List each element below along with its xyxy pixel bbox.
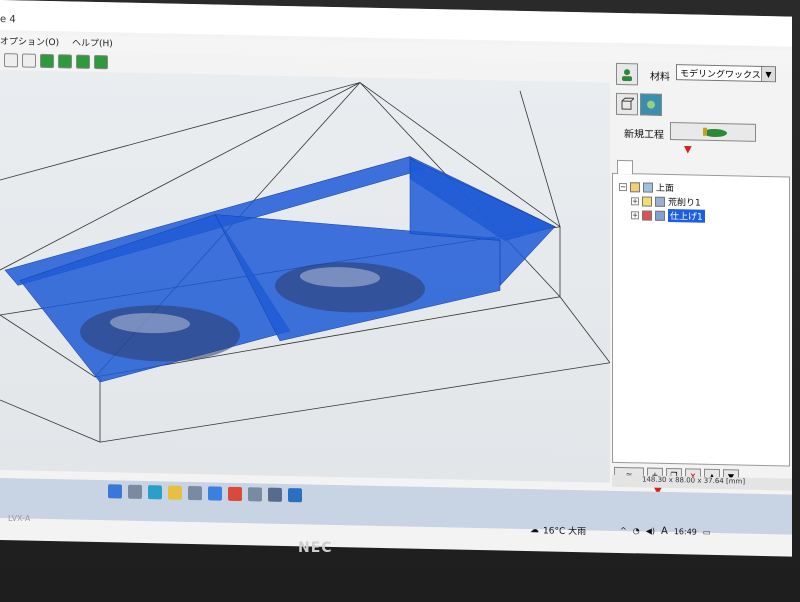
right-panel: 材料 モデリングワックス ▼ 新規工程 ▼ − 上面 + 荒削り1 + 仕上げ1… <box>592 60 792 545</box>
red-down-arrow-icon: ▼ <box>684 144 692 156</box>
alert-icon <box>642 209 652 221</box>
explorer-icon[interactable] <box>168 485 182 500</box>
store-icon[interactable] <box>188 485 202 501</box>
edge-icon[interactable] <box>148 485 162 500</box>
chevron-up-icon[interactable]: ^ <box>620 526 627 535</box>
mail-icon[interactable] <box>208 486 222 501</box>
chrome-icon[interactable] <box>228 486 242 502</box>
tree-root-label: 上面 <box>656 183 675 195</box>
3d-viewport[interactable] <box>0 70 610 483</box>
surface-icon <box>643 181 653 193</box>
menu-item-options[interactable]: オプション(O) <box>0 34 59 48</box>
chevron-down-icon[interactable]: ▼ <box>761 66 775 82</box>
tool-path-icon <box>655 210 665 221</box>
tree-node-finishing[interactable]: + 仕上げ1 <box>631 208 705 223</box>
grid-view-icon[interactable] <box>22 53 36 68</box>
system-tray: ^ ◔ ◀) A 16:49 ▭ <box>620 525 710 538</box>
tree-item-label: 荒削り1 <box>668 197 701 209</box>
new-process-button[interactable] <box>670 122 756 142</box>
material-value: モデリングワックス <box>680 68 761 81</box>
view-toolbar <box>0 50 120 73</box>
stock-box-icon[interactable] <box>616 92 638 116</box>
app-icon[interactable] <box>268 487 282 502</box>
tree-item-label-selected: 仕上げ1 <box>668 208 705 223</box>
user-icon[interactable] <box>616 62 638 86</box>
tool-icon <box>703 127 727 137</box>
process-tree: − 上面 + 荒削り1 + 仕上げ1 <box>612 159 790 467</box>
volume-icon[interactable]: ◀) <box>646 527 655 536</box>
new-process-label: 新規工程 <box>624 129 664 141</box>
tree-node-root[interactable]: − 上面 <box>619 180 674 194</box>
laptop-model: LVX-A <box>8 514 31 523</box>
cube-view-front-icon[interactable] <box>58 54 72 69</box>
collapse-icon[interactable]: − <box>619 182 627 191</box>
tool-path-icon <box>655 196 665 207</box>
cube-view-side-icon[interactable] <box>76 54 90 69</box>
wifi-icon[interactable]: ◔ <box>633 526 640 535</box>
clock[interactable]: 16:49 <box>674 527 697 536</box>
screen: e 4 オプション(O) ヘルプ(H) 材料 モデリングワックス ▼ 新規工程 … <box>0 0 792 557</box>
weather-text: 16°C 大雨 <box>543 526 587 538</box>
check-icon <box>642 195 652 207</box>
origin-icon[interactable] <box>640 93 662 116</box>
app-icon[interactable] <box>248 487 262 502</box>
weather-widget[interactable]: ☁ 16°C 大雨 <box>530 523 587 538</box>
cube-view-iso-icon[interactable] <box>94 54 108 70</box>
expand-icon[interactable]: + <box>631 196 639 205</box>
material-select[interactable]: モデリングワックス ▼ <box>676 64 776 83</box>
search-icon[interactable] <box>128 484 142 499</box>
dimensions-readout: 148.30 x 88.00 x 37.64 [mm] <box>642 475 746 486</box>
taskbar-icons <box>108 484 302 503</box>
cam-app-icon[interactable] <box>288 488 302 503</box>
toolpath-preview <box>0 82 610 443</box>
window-title: e 4 <box>0 14 16 26</box>
notification-icon[interactable]: ▭ <box>703 528 711 537</box>
start-icon[interactable] <box>108 484 122 499</box>
menu-item-help[interactable]: ヘルプ(H) <box>72 36 113 50</box>
laptop-brand: NEC <box>298 540 333 556</box>
cloud-rain-icon: ☁ <box>530 524 539 535</box>
ime-icon[interactable]: A <box>661 526 668 537</box>
material-label: 材料 <box>650 71 670 84</box>
folder-icon <box>630 181 640 192</box>
tree-tab[interactable] <box>617 159 633 175</box>
cube-view-top-icon[interactable] <box>40 53 54 69</box>
tree-node-roughing[interactable]: + 荒削り1 <box>631 194 701 209</box>
fit-view-icon[interactable] <box>4 53 18 68</box>
expand-icon[interactable]: + <box>631 210 639 219</box>
